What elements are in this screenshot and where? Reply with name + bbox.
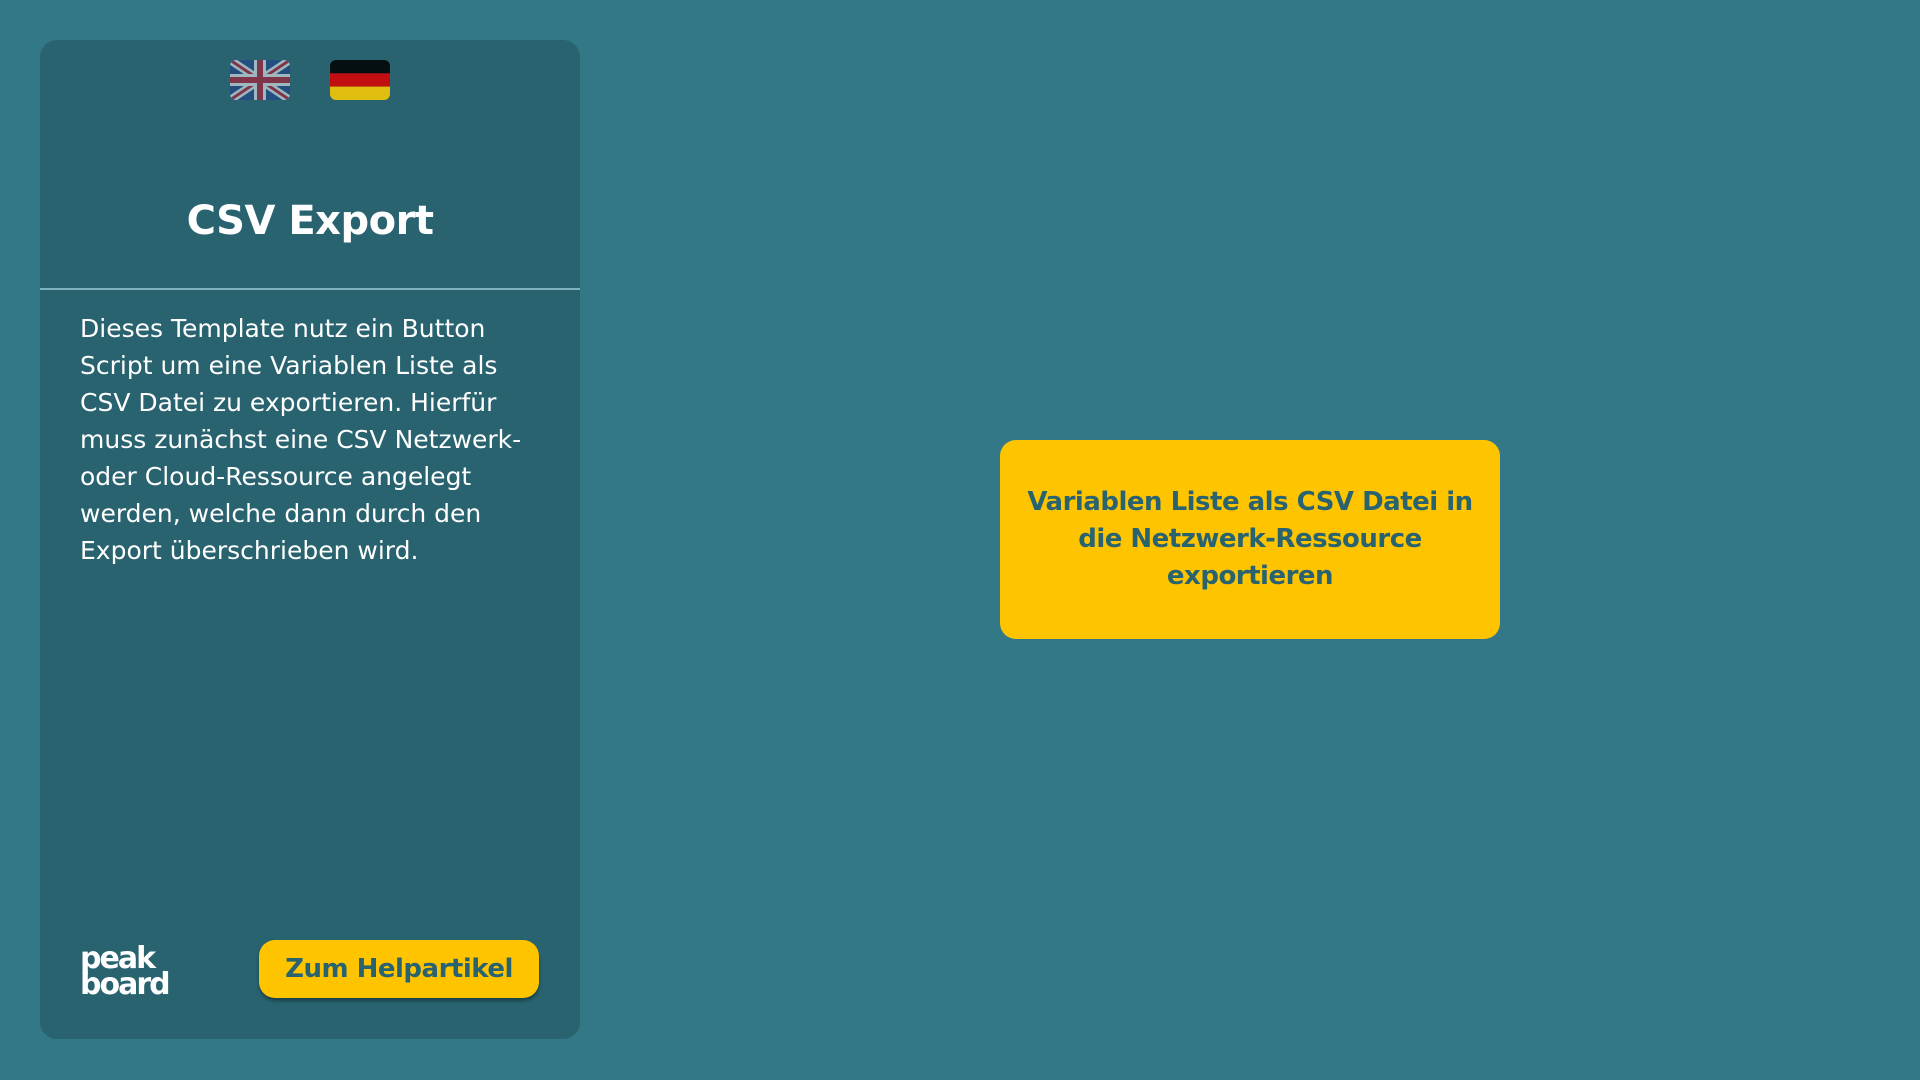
logo-line-2: board xyxy=(80,967,169,1000)
page-title: CSV Export xyxy=(186,198,434,244)
description-text: Dieses Template nutz ein Button Script u… xyxy=(80,314,522,565)
info-panel: CSV Export Dieses Template nutz ein Butt… xyxy=(40,40,580,1039)
uk-flag-icon[interactable] xyxy=(230,60,290,100)
uk-flag-graphic xyxy=(230,60,290,100)
peakboard-logo-graphic: peak board xyxy=(80,941,171,1002)
export-csv-button-label: Variablen Liste als CSV Datei in die Net… xyxy=(1027,487,1473,591)
peakboard-logo: peak board xyxy=(78,940,188,1002)
germany-flag-icon[interactable] xyxy=(330,60,390,100)
export-csv-button[interactable]: Variablen Liste als CSV Datei in die Net… xyxy=(1000,440,1500,639)
page: CSV Export Dieses Template nutz ein Butt… xyxy=(0,0,1920,1080)
germany-flag-graphic xyxy=(330,60,390,100)
language-switcher xyxy=(40,60,580,102)
help-article-button[interactable]: Zum Helpartikel xyxy=(259,940,539,998)
divider xyxy=(40,288,580,290)
